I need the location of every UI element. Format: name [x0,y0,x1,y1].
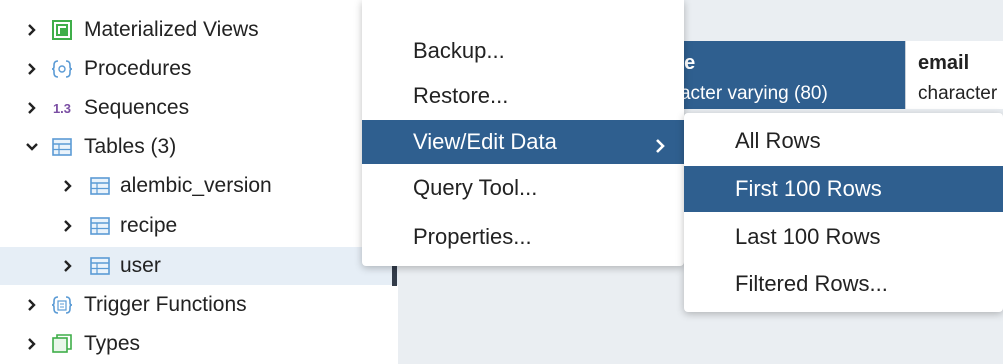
materialized-view-icon [51,19,73,41]
grid-header: name character varying (80) email charac… [663,41,1003,109]
menu-item-label: Last 100 Rows [735,224,881,249]
menu-item-query-tool[interactable]: Query Tool... [362,167,684,209]
tree-item-label: Procedures [84,57,192,80]
tree-item-label: Sequences [84,96,190,119]
table-icon [89,175,111,197]
tree-item-sequences[interactable]: 1.3 Sequences [0,89,398,127]
tree-item-label: Trigger Functions [84,293,247,316]
menu-item-first-100-rows[interactable]: First 100 Rows [684,166,1003,212]
sequence-icon: 1.3 [52,100,72,116]
column-header-name[interactable]: name character varying (80) [663,41,905,109]
menu-item-view-edit-data[interactable]: View/Edit Data [362,120,684,164]
table-icon [51,136,73,158]
column-type: character [918,83,998,104]
chevron-right-icon[interactable] [25,62,39,76]
trigger-function-icon [51,294,73,316]
view-edit-data-submenu: All Rows First 100 Rows Last 100 Rows Fi… [684,113,1003,312]
chevron-right-icon[interactable] [25,101,39,115]
menu-item-label: View/Edit Data [413,129,557,154]
menu-item-label: First 100 Rows [735,176,882,201]
table-icon [89,215,111,237]
tree-item-label: alembic_version [120,174,272,197]
chevron-right-icon [652,134,668,153]
menu-item-label: Restore... [413,83,509,108]
tree-item-label: Materialized Views [84,18,259,41]
tree-item-tables[interactable]: Tables (3) [0,128,398,166]
context-menu: Backup... Restore... View/Edit Data Quer… [362,0,684,266]
menu-item-properties[interactable]: Properties... [362,216,684,258]
menu-item-label: Query Tool... [413,175,538,200]
column-header-email[interactable]: email character [905,41,1003,109]
menu-item-label: All Rows [735,128,821,153]
tree-item-trigger-functions[interactable]: Trigger Functions [0,286,398,324]
menu-item-all-rows[interactable]: All Rows [684,118,1003,164]
menu-item-label: Backup... [413,38,505,63]
tree-item-materialized-views[interactable]: Materialized Views [0,11,398,49]
tree-item-user[interactable]: user [0,247,398,285]
column-name: email [918,52,970,74]
chevron-right-icon[interactable] [61,219,75,233]
chevron-down-icon[interactable] [25,140,39,154]
chevron-right-icon[interactable] [25,298,39,312]
tree-item-alembic-version[interactable]: alembic_version [0,167,398,205]
chevron-right-icon[interactable] [25,23,39,37]
tree-item-recipe[interactable]: recipe [0,207,398,245]
tree-item-label: Tables (3) [84,135,177,158]
column-type: character varying (80) [663,83,828,104]
chevron-right-icon[interactable] [61,179,75,193]
type-icon [51,333,73,355]
menu-item-label: Properties... [413,224,532,249]
tree-item-label: recipe [120,214,178,237]
table-icon [89,255,111,277]
tree-item-procedures[interactable]: Procedures [0,50,398,88]
chevron-right-icon[interactable] [25,337,39,351]
tree-item-label: user [120,254,161,277]
tree-item-types[interactable]: Types [0,325,398,363]
menu-item-backup[interactable]: Backup... [362,30,684,72]
chevron-right-icon[interactable] [61,259,75,273]
menu-item-restore[interactable]: Restore... [362,75,684,117]
selection-indicator [392,264,397,286]
object-browser-tree: Materialized Views Procedures 1.3 Sequen… [0,0,398,364]
menu-item-filtered-rows[interactable]: Filtered Rows... [684,261,1003,307]
tree-item-label: Types [84,332,141,355]
procedure-icon [51,58,73,80]
menu-item-last-100-rows[interactable]: Last 100 Rows [684,214,1003,260]
menu-item-label: Filtered Rows... [735,271,888,296]
